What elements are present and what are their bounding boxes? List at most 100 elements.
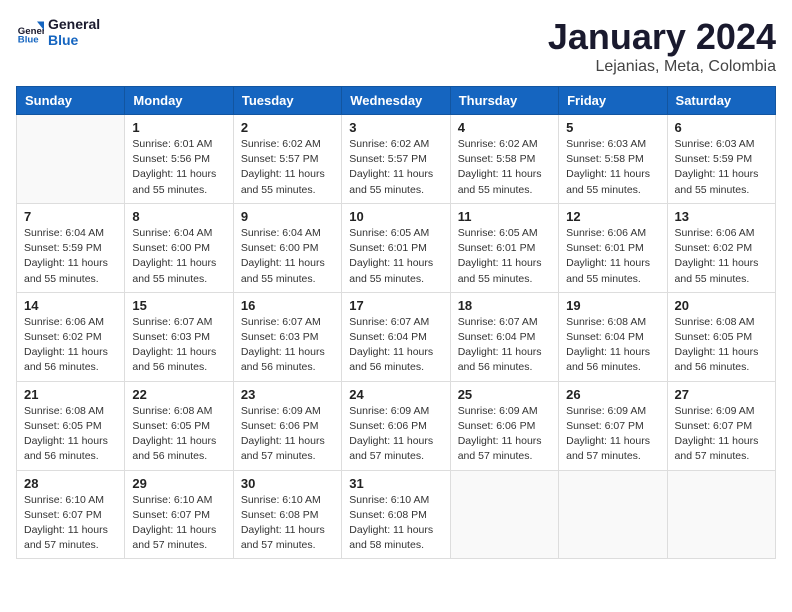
weekday-header-monday: Monday xyxy=(125,87,233,115)
calendar-cell: 7Sunrise: 6:04 AM Sunset: 5:59 PM Daylig… xyxy=(17,203,125,292)
logo-blue: Blue xyxy=(48,32,100,48)
weekday-header-saturday: Saturday xyxy=(667,87,775,115)
day-number: 21 xyxy=(24,387,117,402)
calendar-cell: 16 Sunrise: 6:07 AM Sunset: 6:03 PM Dayli… xyxy=(233,292,341,381)
calendar-cell: 12 Sunrise: 6:06 AM Sunset: 6:01 PM Dayli… xyxy=(559,203,667,292)
day-info: Sunrise: 6:04 AM Sunset: 6:00 PM Dayligh… xyxy=(241,226,334,287)
day-number: 7 xyxy=(24,209,117,224)
day-number: 3 xyxy=(349,120,442,135)
day-info: Sunrise: 6:09 AM Sunset: 6:06 PM Dayligh… xyxy=(458,404,551,465)
title-section: January 2024 Lejanias, Meta, Colombia xyxy=(548,16,776,76)
calendar-cell: 1 Sunrise: 6:01 AM Sunset: 5:56 PM Daylig… xyxy=(125,115,233,204)
calendar-cell: 28Sunrise: 6:10 AM Sunset: 6:07 PM Dayli… xyxy=(17,470,125,559)
day-number: 8 xyxy=(132,209,225,224)
day-info: Sunrise: 6:07 AM Sunset: 6:04 PM Dayligh… xyxy=(458,315,551,376)
day-number: 23 xyxy=(241,387,334,402)
day-info: Sunrise: 6:01 AM Sunset: 5:56 PM Dayligh… xyxy=(132,137,225,198)
day-info: Sunrise: 6:05 AM Sunset: 6:01 PM Dayligh… xyxy=(349,226,442,287)
day-number: 1 xyxy=(132,120,225,135)
calendar-cell: 20Sunrise: 6:08 AM Sunset: 6:05 PM Dayli… xyxy=(667,292,775,381)
day-info: Sunrise: 6:09 AM Sunset: 6:07 PM Dayligh… xyxy=(675,404,768,465)
day-number: 6 xyxy=(675,120,768,135)
calendar-cell xyxy=(559,470,667,559)
week-row-3: 14 Sunrise: 6:06 AM Sunset: 6:02 PM Dayli… xyxy=(17,292,776,381)
calendar-cell: 17Sunrise: 6:07 AM Sunset: 6:04 PM Dayli… xyxy=(342,292,450,381)
day-info: Sunrise: 6:08 AM Sunset: 6:04 PM Dayligh… xyxy=(566,315,659,376)
weekday-header-friday: Friday xyxy=(559,87,667,115)
day-number: 31 xyxy=(349,476,442,491)
page-subtitle: Lejanias, Meta, Colombia xyxy=(548,58,776,76)
calendar-cell: 6 Sunrise: 6:03 AM Sunset: 5:59 PM Daylig… xyxy=(667,115,775,204)
day-number: 30 xyxy=(241,476,334,491)
day-number: 24 xyxy=(349,387,442,402)
day-number: 18 xyxy=(458,298,551,313)
calendar-cell: 27Sunrise: 6:09 AM Sunset: 6:07 PM Dayli… xyxy=(667,381,775,470)
day-number: 16 xyxy=(241,298,334,313)
calendar-cell: 23 Sunrise: 6:09 AM Sunset: 6:06 PM Dayli… xyxy=(233,381,341,470)
day-number: 29 xyxy=(132,476,225,491)
calendar-cell: 14 Sunrise: 6:06 AM Sunset: 6:02 PM Dayli… xyxy=(17,292,125,381)
calendar-cell: 5Sunrise: 6:03 AM Sunset: 5:58 PM Daylig… xyxy=(559,115,667,204)
logo-general: General xyxy=(48,16,100,32)
calendar-cell: 3 Sunrise: 6:02 AM Sunset: 5:57 PM Daylig… xyxy=(342,115,450,204)
calendar-cell: 9 Sunrise: 6:04 AM Sunset: 6:00 PM Daylig… xyxy=(233,203,341,292)
day-number: 9 xyxy=(241,209,334,224)
day-info: Sunrise: 6:07 AM Sunset: 6:03 PM Dayligh… xyxy=(241,315,334,376)
day-number: 22 xyxy=(132,387,225,402)
calendar-cell: 4 Sunrise: 6:02 AM Sunset: 5:58 PM Daylig… xyxy=(450,115,558,204)
calendar-cell: 30 Sunrise: 6:10 AM Sunset: 6:08 PM Dayli… xyxy=(233,470,341,559)
day-info: Sunrise: 6:09 AM Sunset: 6:06 PM Dayligh… xyxy=(349,404,442,465)
calendar-cell: 19 Sunrise: 6:08 AM Sunset: 6:04 PM Dayli… xyxy=(559,292,667,381)
day-number: 11 xyxy=(458,209,551,224)
day-number: 14 xyxy=(24,298,117,313)
calendar-cell xyxy=(17,115,125,204)
day-info: Sunrise: 6:10 AM Sunset: 6:07 PM Dayligh… xyxy=(132,493,225,554)
week-row-1: 1 Sunrise: 6:01 AM Sunset: 5:56 PM Daylig… xyxy=(17,115,776,204)
day-info: Sunrise: 6:03 AM Sunset: 5:59 PM Dayligh… xyxy=(675,137,768,198)
week-row-4: 21 Sunrise: 6:08 AM Sunset: 6:05 PM Dayli… xyxy=(17,381,776,470)
calendar-table: SundayMondayTuesdayWednesdayThursdayFrid… xyxy=(16,86,776,559)
calendar-cell: 18 Sunrise: 6:07 AM Sunset: 6:04 PM Dayli… xyxy=(450,292,558,381)
logo: General Blue General Blue xyxy=(16,16,100,48)
day-number: 20 xyxy=(675,298,768,313)
week-row-2: 7Sunrise: 6:04 AM Sunset: 5:59 PM Daylig… xyxy=(17,203,776,292)
day-number: 15 xyxy=(132,298,225,313)
day-number: 4 xyxy=(458,120,551,135)
day-number: 13 xyxy=(675,209,768,224)
day-info: Sunrise: 6:02 AM Sunset: 5:58 PM Dayligh… xyxy=(458,137,551,198)
day-number: 5 xyxy=(566,120,659,135)
day-number: 12 xyxy=(566,209,659,224)
day-info: Sunrise: 6:09 AM Sunset: 6:07 PM Dayligh… xyxy=(566,404,659,465)
weekday-header-wednesday: Wednesday xyxy=(342,87,450,115)
day-number: 26 xyxy=(566,387,659,402)
logo-icon: General Blue xyxy=(16,18,44,46)
calendar-cell: 22Sunrise: 6:08 AM Sunset: 6:05 PM Dayli… xyxy=(125,381,233,470)
calendar-cell: 24 Sunrise: 6:09 AM Sunset: 6:06 PM Dayli… xyxy=(342,381,450,470)
day-info: Sunrise: 6:10 AM Sunset: 6:07 PM Dayligh… xyxy=(24,493,117,554)
calendar-cell xyxy=(450,470,558,559)
page-title: January 2024 xyxy=(548,16,776,58)
day-number: 19 xyxy=(566,298,659,313)
calendar-cell: 8 Sunrise: 6:04 AM Sunset: 6:00 PM Daylig… xyxy=(125,203,233,292)
day-info: Sunrise: 6:09 AM Sunset: 6:06 PM Dayligh… xyxy=(241,404,334,465)
day-number: 10 xyxy=(349,209,442,224)
calendar-cell: 21 Sunrise: 6:08 AM Sunset: 6:05 PM Dayli… xyxy=(17,381,125,470)
day-number: 2 xyxy=(241,120,334,135)
day-info: Sunrise: 6:06 AM Sunset: 6:02 PM Dayligh… xyxy=(24,315,117,376)
header: General Blue General Blue January 2024 L… xyxy=(16,16,776,76)
calendar-cell: 10 Sunrise: 6:05 AM Sunset: 6:01 PM Dayli… xyxy=(342,203,450,292)
calendar-cell: 15 Sunrise: 6:07 AM Sunset: 6:03 PM Dayli… xyxy=(125,292,233,381)
calendar-cell: 26 Sunrise: 6:09 AM Sunset: 6:07 PM Dayli… xyxy=(559,381,667,470)
calendar-cell: 2 Sunrise: 6:02 AM Sunset: 5:57 PM Daylig… xyxy=(233,115,341,204)
day-number: 17 xyxy=(349,298,442,313)
day-info: Sunrise: 6:06 AM Sunset: 6:01 PM Dayligh… xyxy=(566,226,659,287)
day-info: Sunrise: 6:07 AM Sunset: 6:03 PM Dayligh… xyxy=(132,315,225,376)
day-info: Sunrise: 6:10 AM Sunset: 6:08 PM Dayligh… xyxy=(241,493,334,554)
day-info: Sunrise: 6:04 AM Sunset: 6:00 PM Dayligh… xyxy=(132,226,225,287)
calendar-cell: 11Sunrise: 6:05 AM Sunset: 6:01 PM Dayli… xyxy=(450,203,558,292)
day-info: Sunrise: 6:02 AM Sunset: 5:57 PM Dayligh… xyxy=(241,137,334,198)
day-info: Sunrise: 6:08 AM Sunset: 6:05 PM Dayligh… xyxy=(24,404,117,465)
calendar-cell: 13Sunrise: 6:06 AM Sunset: 6:02 PM Dayli… xyxy=(667,203,775,292)
day-number: 25 xyxy=(458,387,551,402)
day-info: Sunrise: 6:02 AM Sunset: 5:57 PM Dayligh… xyxy=(349,137,442,198)
